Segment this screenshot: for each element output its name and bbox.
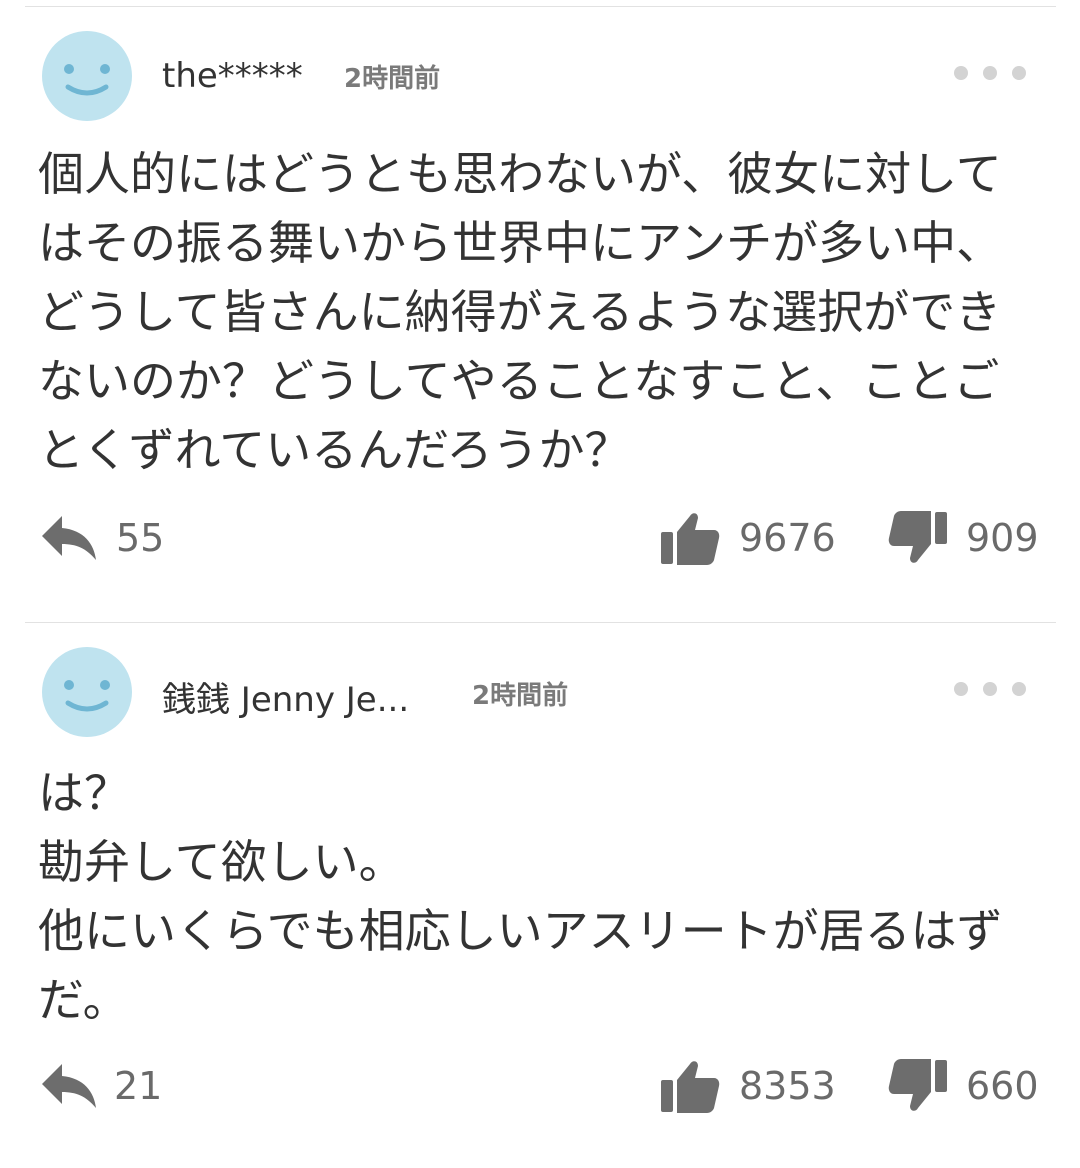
like-button[interactable]: 8353 (660, 1058, 840, 1113)
comment-body: 個人的にはどうとも思わないが、彼女に対して はその振る舞いから世界中にアンチが多… (38, 140, 1048, 485)
avatar[interactable] (42, 647, 132, 737)
more-options-button[interactable] (950, 60, 1030, 84)
username[interactable]: 銭銭 Jenny Je... (162, 672, 409, 721)
more-dots-icon (954, 682, 968, 696)
timestamp: 2時間前 (344, 64, 441, 94)
dislike-button[interactable]: 909 (888, 510, 1048, 563)
more-dots-icon (983, 682, 997, 696)
comment-body-line: とくずれているんだろうか？ (38, 423, 631, 477)
comment-body-line: はその振る舞いから世界中にアンチが多い中、 (38, 216, 1003, 270)
thumbs-up-icon (661, 513, 720, 565)
reply-button[interactable]: 21 (40, 1062, 180, 1112)
smiley-face-icon (64, 64, 110, 96)
smiley-face-icon (64, 680, 110, 712)
reply-count: 21 (114, 1064, 163, 1108)
more-dots-icon (1012, 682, 1026, 696)
comment-body-line: 他にいくらでも相応しいアスリートが居るはず (38, 904, 1003, 958)
comment-body-line: は？ (38, 766, 130, 820)
like-count: 9676 (739, 516, 836, 560)
comment-body: は？ 勘弁して欲しい。 他にいくらでも相応しいアスリートが居るはず だ。 (38, 759, 1048, 1035)
comment-divider (25, 622, 1056, 623)
reply-arrow-icon (42, 516, 96, 560)
more-options-button[interactable] (950, 676, 1030, 700)
timestamp: 2時間前 (472, 681, 569, 711)
more-dots-icon (954, 66, 968, 80)
dislike-count: 909 (966, 516, 1039, 560)
dislike-button[interactable]: 660 (888, 1058, 1048, 1111)
like-button[interactable]: 9676 (660, 510, 840, 565)
thumbs-down-icon (888, 1059, 947, 1111)
comment-body-line: 個人的にはどうとも思わないが、彼女に対して (38, 147, 1002, 201)
more-dots-icon (1012, 66, 1026, 80)
thumbs-down-icon (888, 511, 947, 563)
comment-body-line: どうして皆さんに納得がえるような選択ができ (38, 285, 1002, 339)
more-dots-icon (983, 66, 997, 80)
reply-button[interactable]: 55 (40, 514, 180, 564)
like-count: 8353 (739, 1064, 836, 1108)
comment-body-line: 勘弁して欲しい。 (38, 835, 405, 889)
thumbs-up-icon (661, 1061, 720, 1113)
reply-count: 55 (116, 516, 165, 560)
username[interactable]: the***** (162, 56, 303, 96)
dislike-count: 660 (966, 1064, 1039, 1108)
comment-body-line: ないのか？どうしてやることなすこと、ことご (38, 354, 1000, 408)
avatar[interactable] (42, 31, 132, 121)
top-divider (25, 6, 1056, 7)
reply-arrow-icon (42, 1064, 96, 1108)
comment-body-line: だ。 (38, 973, 129, 1027)
